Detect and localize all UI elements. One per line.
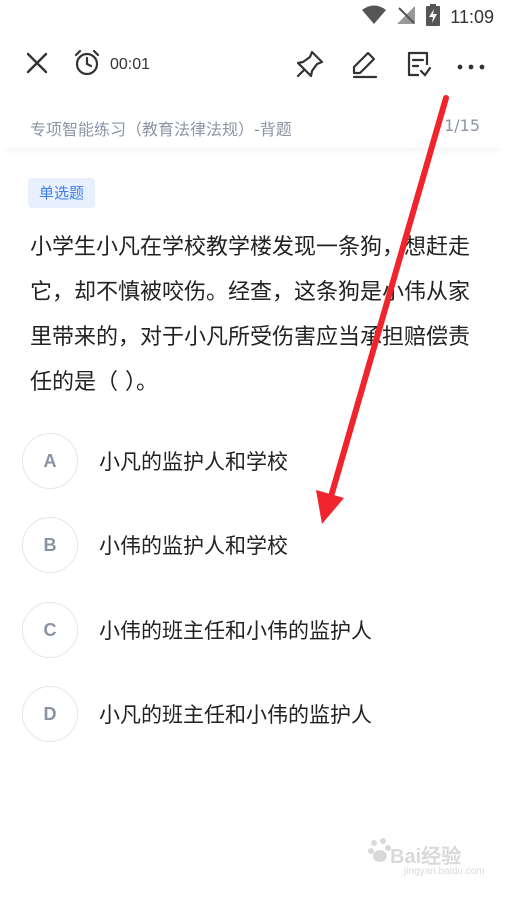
timer-button[interactable] [70,48,104,82]
edit-button[interactable] [346,48,382,84]
option-text: 小凡的班主任和小伟的监护人 [99,703,372,727]
question-text: 小学生小凡在学校教学楼发现一条狗，想赶走它，却不慎被咬伤。经查，这条狗是小伟从家… [30,235,471,395]
battery-charging-icon [426,4,441,30]
paw-logo-icon [368,838,392,868]
watermark-url: jingyan.baidu.com [404,866,485,877]
status-bar: 11:09 [0,0,508,34]
option-c[interactable]: C 小伟的班主任和小伟的监护人 [22,602,482,658]
close-icon [25,51,49,79]
option-text: 小凡的监护人和学校 [99,450,288,474]
option-letter: D [22,686,78,742]
wifi-icon [362,5,387,29]
more-icon [456,57,486,76]
exercise-header: 专项智能练习（教育法律法规）-背题 1/15 [0,104,508,148]
watermark-text: Bai经验 [390,846,462,868]
note-button[interactable] [400,48,436,84]
option-d[interactable]: D 小凡的班主任和小伟的监护人 [22,686,482,742]
pin-button[interactable] [292,48,328,84]
more-button[interactable] [452,48,490,84]
no-signal-icon [396,5,416,29]
baidu-watermark: Bai经验 jingyan.baidu.com [368,834,485,884]
option-letter: B [22,517,78,573]
option-b[interactable]: B 小伟的监护人和学校 [22,517,482,573]
question-progress: 1/15 [444,116,480,135]
top-toolbar: 00:01 [0,40,508,92]
option-letter: A [22,433,78,489]
close-button[interactable] [20,48,54,82]
option-letter: C [22,602,78,658]
option-text: 小伟的监护人和学校 [99,534,288,558]
option-text: 小伟的班主任和小伟的监护人 [99,619,372,643]
question-type-badge: 单选题 [28,178,96,208]
option-a[interactable]: A 小凡的监护人和学校 [22,433,482,489]
note-icon [403,49,433,83]
timer-display: 00:01 [110,56,151,73]
pin-icon [295,49,325,83]
status-time: 11:09 [450,6,494,27]
edit-icon [349,49,379,83]
alarm-clock-icon [72,48,102,82]
exercise-title: 专项智能练习（教育法律法规）-背题 [30,120,292,139]
